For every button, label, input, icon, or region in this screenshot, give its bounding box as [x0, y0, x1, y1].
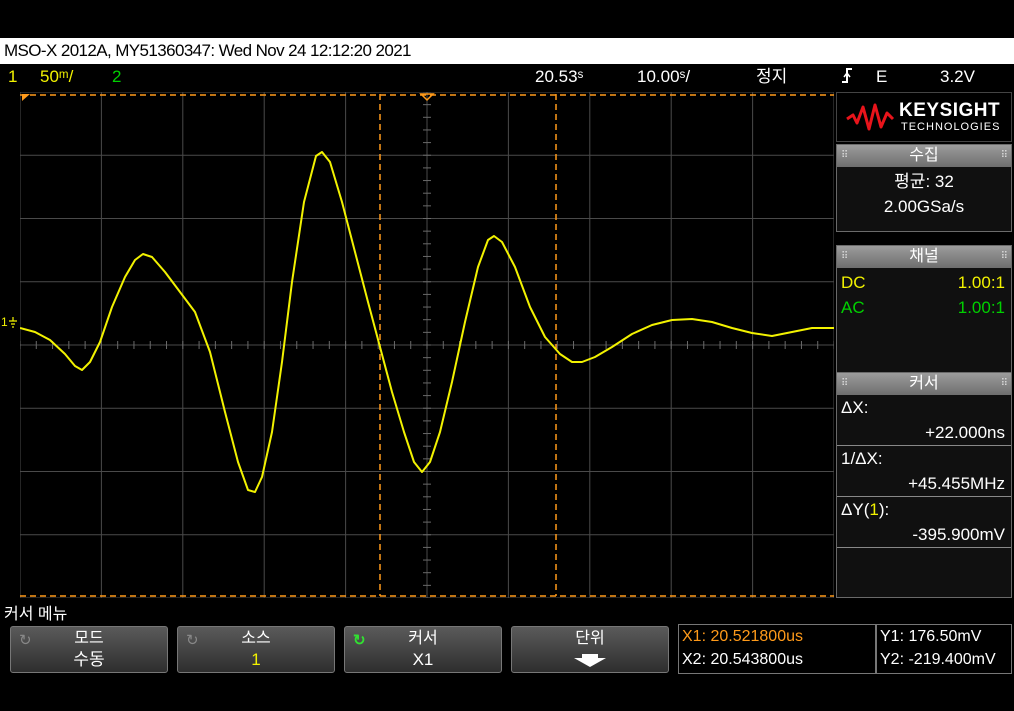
dy-label: ΔY(1):: [837, 497, 1011, 522]
softkey-mode-value: 수동: [73, 650, 105, 669]
ch1-probe: 1.00:1: [957, 273, 1005, 292]
y-cursor-readout: Y1: 176.50mV Y2: -219.400mV: [876, 624, 1012, 674]
cursor-panel[interactable]: ⠿ 커서 ⠿ ΔX: +22.000ns 1/ΔX: +45.455MHz ΔY…: [836, 372, 1012, 598]
rotate-knob-icon: ↻: [19, 632, 32, 649]
softkey-cursor-label: 커서: [408, 630, 438, 647]
active-knob-icon: ↻: [353, 632, 366, 649]
softkey-cursor[interactable]: ↻ 커서 X1: [344, 626, 502, 673]
acquire-rate: 2.00GSa/s: [883, 197, 965, 216]
channel-panel[interactable]: ⠿ 채널 ⠿ DC 1.00:1 AC 1.00:1: [836, 245, 1012, 373]
ch2-coupling: AC: [841, 298, 865, 317]
ch2-number[interactable]: 2: [112, 64, 121, 90]
right-info-panel: KEYSIGHT TECHNOLOGIES ⠿ 수집 ⠿ 평균: 32 2.00…: [836, 92, 1012, 598]
dx-value: +22.000ns: [837, 420, 1011, 446]
keysight-logo: KEYSIGHT TECHNOLOGIES: [836, 92, 1012, 142]
y1-readout: Y1: 176.50mV: [880, 628, 982, 645]
x-cursor-readout: X1: 20.521800us X2: 20.543800us: [678, 624, 876, 674]
keysight-wave-icon: [846, 103, 895, 131]
trigger-source[interactable]: E: [876, 64, 887, 90]
channel-row-1: DC 1.00:1: [837, 270, 1011, 295]
softkey-mode[interactable]: ↻ 모드 수동: [10, 626, 168, 673]
y2-readout: Y2: -219.400mV: [880, 651, 996, 668]
graticule-svg: 1: [20, 92, 834, 598]
channel-panel-header[interactable]: ⠿ 채널 ⠿: [837, 246, 1011, 268]
status-bar: 1 50ᵐ/ 2 20.53ˢ 10.00ˢ/ 정지 E 3.2V: [0, 64, 1014, 90]
ch1-ground-label: 1: [1, 315, 8, 329]
dy-label-pre: ΔY(: [841, 500, 870, 519]
ch2-probe: 1.00:1: [957, 298, 1005, 317]
acquire-panel-header[interactable]: ⠿ 수집 ⠿: [837, 145, 1011, 167]
dy-value: -395.900mV: [837, 522, 1011, 548]
acquire-mode: 평균: 32: [894, 172, 954, 191]
submenu-arrow-icon: [574, 654, 606, 667]
x1-readout: X1: 20.521800us: [682, 628, 803, 645]
softkey-units-label: 단위: [575, 630, 605, 647]
logo-sub: TECHNOLOGIES: [901, 121, 1001, 133]
time-delay[interactable]: 20.53ˢ: [535, 64, 583, 90]
ch1-scale[interactable]: 50ᵐ/: [40, 64, 73, 90]
run-state[interactable]: 정지: [756, 64, 787, 90]
ch1-number[interactable]: 1: [8, 64, 17, 90]
cursor-title: 커서: [909, 375, 939, 392]
instrument-id: MSO-X 2012A, MY51360347: Wed Nov 24 12:1…: [4, 41, 412, 60]
cursor-panel-header[interactable]: ⠿ 커서 ⠿: [837, 373, 1011, 395]
ch1-coupling: DC: [841, 273, 866, 292]
rotate-knob-icon: ↻: [186, 632, 199, 649]
softkey-mode-label: 모드: [74, 630, 104, 647]
title-bar: MSO-X 2012A, MY51360347: Wed Nov 24 12:1…: [0, 38, 1014, 64]
time-scale[interactable]: 10.00ˢ/: [637, 64, 690, 90]
acquire-panel[interactable]: ⠿ 수집 ⠿ 평균: 32 2.00GSa/s: [836, 144, 1012, 232]
dy-label-post: ):: [878, 500, 890, 519]
softkey-source[interactable]: ↻ 소스 1: [177, 626, 335, 673]
softkey-source-value: 1: [251, 650, 261, 669]
softkey-units[interactable]: 단위: [511, 626, 669, 673]
x2-readout: X2: 20.543800us: [682, 651, 803, 668]
ground-icon: [9, 317, 17, 328]
trigger-level[interactable]: 3.2V: [940, 64, 975, 90]
trigger-edge-icon: [840, 64, 854, 94]
channel-title: 채널: [909, 248, 939, 265]
channel-row-2: AC 1.00:1: [837, 295, 1011, 320]
acquire-title: 수집: [909, 147, 939, 164]
inv-dx-label: 1/ΔX:: [841, 449, 883, 468]
menu-title: 커서 메뉴: [4, 606, 68, 623]
logo-name: KEYSIGHT: [899, 100, 1001, 121]
dy-label-source: 1: [869, 500, 879, 519]
inv-dx-value: +45.455MHz: [837, 471, 1011, 497]
dx-label: ΔX:: [841, 398, 869, 417]
softkey-cursor-value: X1: [412, 650, 434, 669]
ch1-ground-indicator[interactable]: 1: [1, 315, 19, 333]
softkey-source-label: 소스: [241, 630, 271, 647]
waveform-display[interactable]: 1: [20, 92, 834, 598]
